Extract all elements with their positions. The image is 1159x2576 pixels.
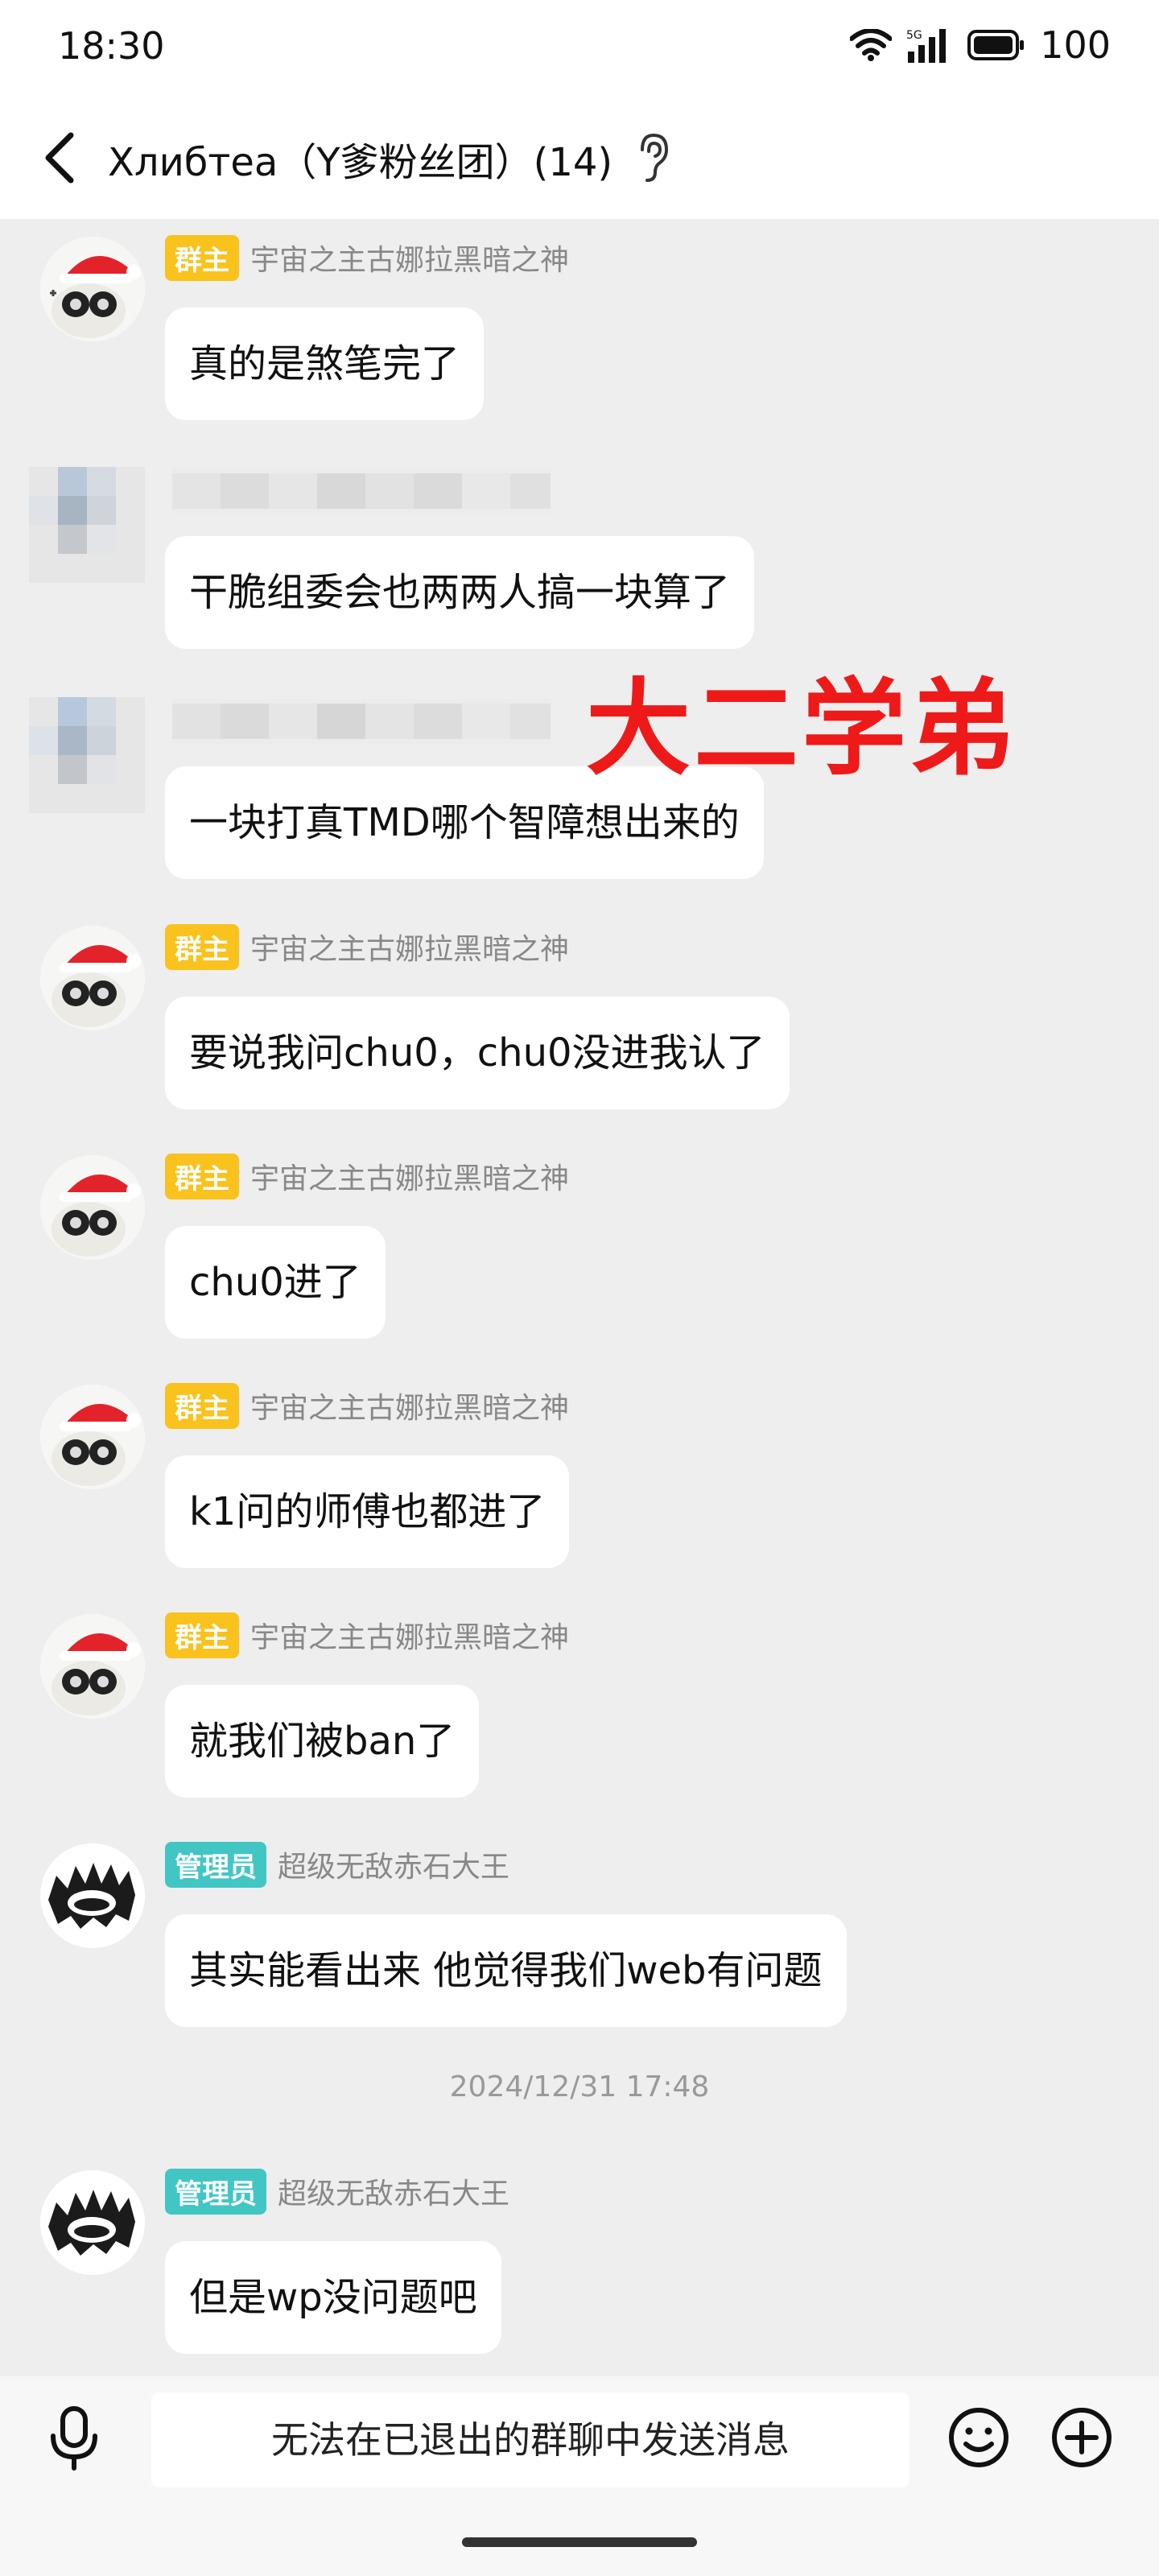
back-arrow-icon[interactable] — [35, 129, 87, 187]
ear-icon[interactable] — [636, 132, 671, 184]
annotation-overlay-text: 大二学弟 — [586, 667, 1018, 790]
chat-title[interactable]: Хлибтеа（Y爹粉丝团）(14) — [108, 130, 612, 187]
message-meta: 管理员 超级无敌赤石大王 — [165, 1841, 509, 1888]
wifi-icon — [850, 29, 893, 61]
santa-hat-avatar-image — [40, 1385, 145, 1489]
emoji-icon[interactable] — [947, 2405, 1011, 2470]
blurred-avatar[interactable] — [29, 467, 145, 583]
admin-badge: 管理员 — [165, 1841, 266, 1888]
sender-name[interactable]: 超级无敌赤石大王 — [278, 1843, 509, 1885]
santa-hat-avatar-image — [40, 1614, 145, 1719]
microphone-icon[interactable] — [42, 2404, 106, 2471]
sender-name[interactable]: 超级无敌赤石大王 — [278, 2170, 509, 2212]
santa-hat-avatar[interactable] — [40, 1614, 145, 1719]
santa-hat-avatar-image — [40, 1155, 145, 1260]
sender-name[interactable]: 宇宙之主古娜拉黑暗之神 — [250, 1385, 569, 1426]
admin-badge: 管理员 — [165, 2168, 266, 2215]
sender-name[interactable]: 宇宙之主古娜拉黑暗之神 — [250, 1155, 569, 1197]
blurred-avatar-image — [29, 697, 145, 813]
furry-avatar-image — [40, 2170, 145, 2275]
cellular-signal-icon: 5G — [906, 29, 947, 63]
message-meta: 群主 宇宙之主古娜拉黑暗之神 — [165, 234, 569, 281]
message-meta: 群主 宇宙之主古娜拉黑暗之神 — [165, 1153, 569, 1199]
message-meta: 管理员 超级无敌赤石大王 — [165, 2168, 509, 2215]
santa-hat-avatar[interactable] — [40, 926, 145, 1030]
santa-hat-avatar-image — [40, 926, 145, 1030]
message-meta: 群主 宇宙之主古娜拉黑暗之神 — [165, 1612, 569, 1658]
status-time: 18:30 — [58, 24, 165, 68]
message-bubble[interactable]: 但是wp没问题吧 — [165, 2241, 501, 2354]
message-bubble[interactable]: k1问的师傅也都进了 — [165, 1455, 570, 1568]
message-list[interactable]: 群主 宇宙之主古娜拉黑暗之神 真的是煞笔完了 干脆组委会也两两人搞一块算了 一块… — [0, 219, 1159, 2376]
input-bar: 无法在已退出的群聊中发送消息 — [0, 2376, 1159, 2576]
message-meta: 群主 宇宙之主古娜拉黑暗之神 — [165, 1382, 569, 1429]
sender-name[interactable]: 宇宙之主古娜拉黑暗之神 — [250, 926, 569, 968]
timestamp-divider: 2024/12/31 17:48 — [449, 2070, 710, 2103]
santa-hat-avatar[interactable] — [40, 1385, 145, 1489]
blurred-sender-name — [172, 699, 551, 744]
plus-icon[interactable] — [1050, 2405, 1114, 2470]
message-meta: 群主 宇宙之主古娜拉黑暗之神 — [165, 923, 569, 970]
status-icons: 5G 100 — [850, 23, 1111, 68]
furry-avatar-image — [40, 1843, 145, 1948]
furry-avatar[interactable] — [40, 1843, 145, 1948]
chat-header: Хлибтеа（Y爹粉丝团）(14) — [0, 97, 1159, 219]
message-bubble[interactable]: 干脆组委会也两两人搞一块算了 — [165, 536, 755, 649]
sender-name[interactable]: 宇宙之主古娜拉黑暗之神 — [250, 1614, 569, 1656]
owner-badge: 群主 — [165, 1612, 239, 1658]
owner-badge: 群主 — [165, 1382, 239, 1429]
message-bubble[interactable]: 其实能看出来 他觉得我们web有问题 — [165, 1914, 847, 2027]
home-indicator[interactable] — [462, 2537, 697, 2547]
furry-avatar[interactable] — [40, 2170, 145, 2275]
owner-badge: 群主 — [165, 234, 239, 281]
message-input-disabled[interactable]: 无法在已退出的群聊中发送消息 — [151, 2392, 909, 2487]
blurred-avatar-image — [29, 467, 145, 583]
battery-level: 100 — [1040, 23, 1111, 67]
message-bubble[interactable]: 要说我问chu0，chu0没进我认了 — [165, 997, 790, 1109]
message-bubble[interactable]: 就我们被ban了 — [165, 1685, 480, 1798]
santa-hat-avatar-image — [40, 237, 145, 341]
battery-icon — [967, 30, 1025, 60]
sender-name[interactable]: 宇宙之主古娜拉黑暗之神 — [250, 237, 569, 279]
santa-hat-avatar[interactable] — [40, 237, 145, 341]
owner-badge: 群主 — [165, 1153, 239, 1199]
santa-hat-avatar[interactable] — [40, 1155, 145, 1260]
status-bar: 18:30 5G 100 — [0, 0, 1159, 97]
owner-badge: 群主 — [165, 923, 239, 970]
blurred-avatar[interactable] — [29, 697, 145, 813]
message-bubble[interactable]: chu0进了 — [165, 1226, 386, 1339]
blurred-sender-name — [172, 469, 551, 514]
message-bubble[interactable]: 真的是煞笔完了 — [165, 308, 485, 420]
network-type-label: 5G — [906, 29, 922, 42]
